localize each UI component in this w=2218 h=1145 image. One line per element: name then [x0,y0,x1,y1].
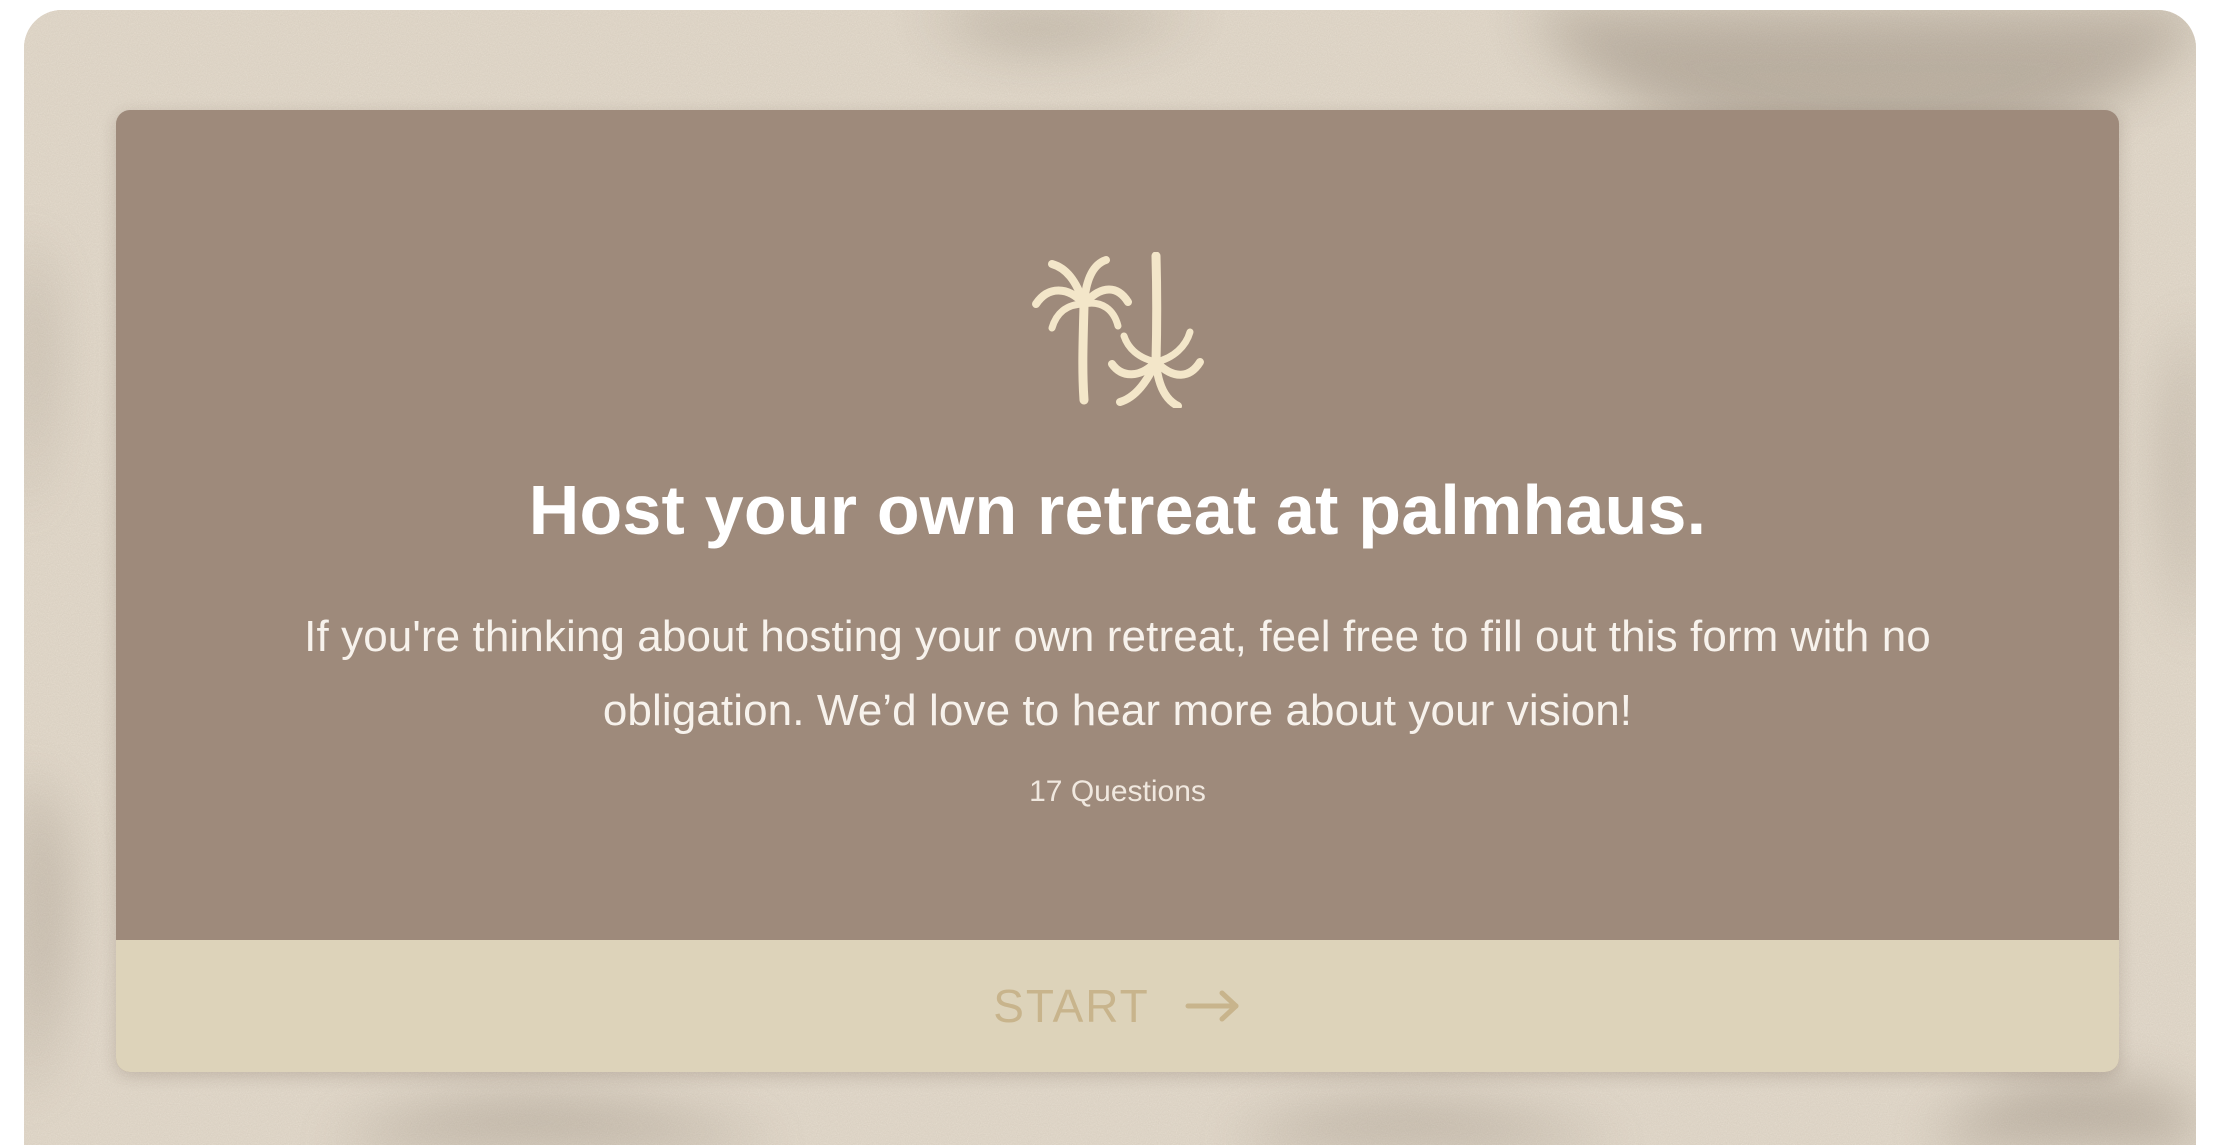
start-button-label: START [993,980,1150,1032]
form-background-frame: Host your own retreat at palmhaus. If yo… [24,10,2196,1145]
palm-trees-icon [1030,252,1206,408]
start-button[interactable]: START [116,940,2119,1072]
form-welcome-card: Host your own retreat at palmhaus. If yo… [116,110,2119,1072]
welcome-screen-content: Host your own retreat at palmhaus. If yo… [116,110,2119,940]
form-description: If you're thinking about hosting your ow… [304,612,1931,735]
form-title: Host your own retreat at palmhaus. [528,471,1707,549]
question-count: 17 Questions [1029,775,1206,808]
arrow-right-icon [1185,990,1239,1022]
